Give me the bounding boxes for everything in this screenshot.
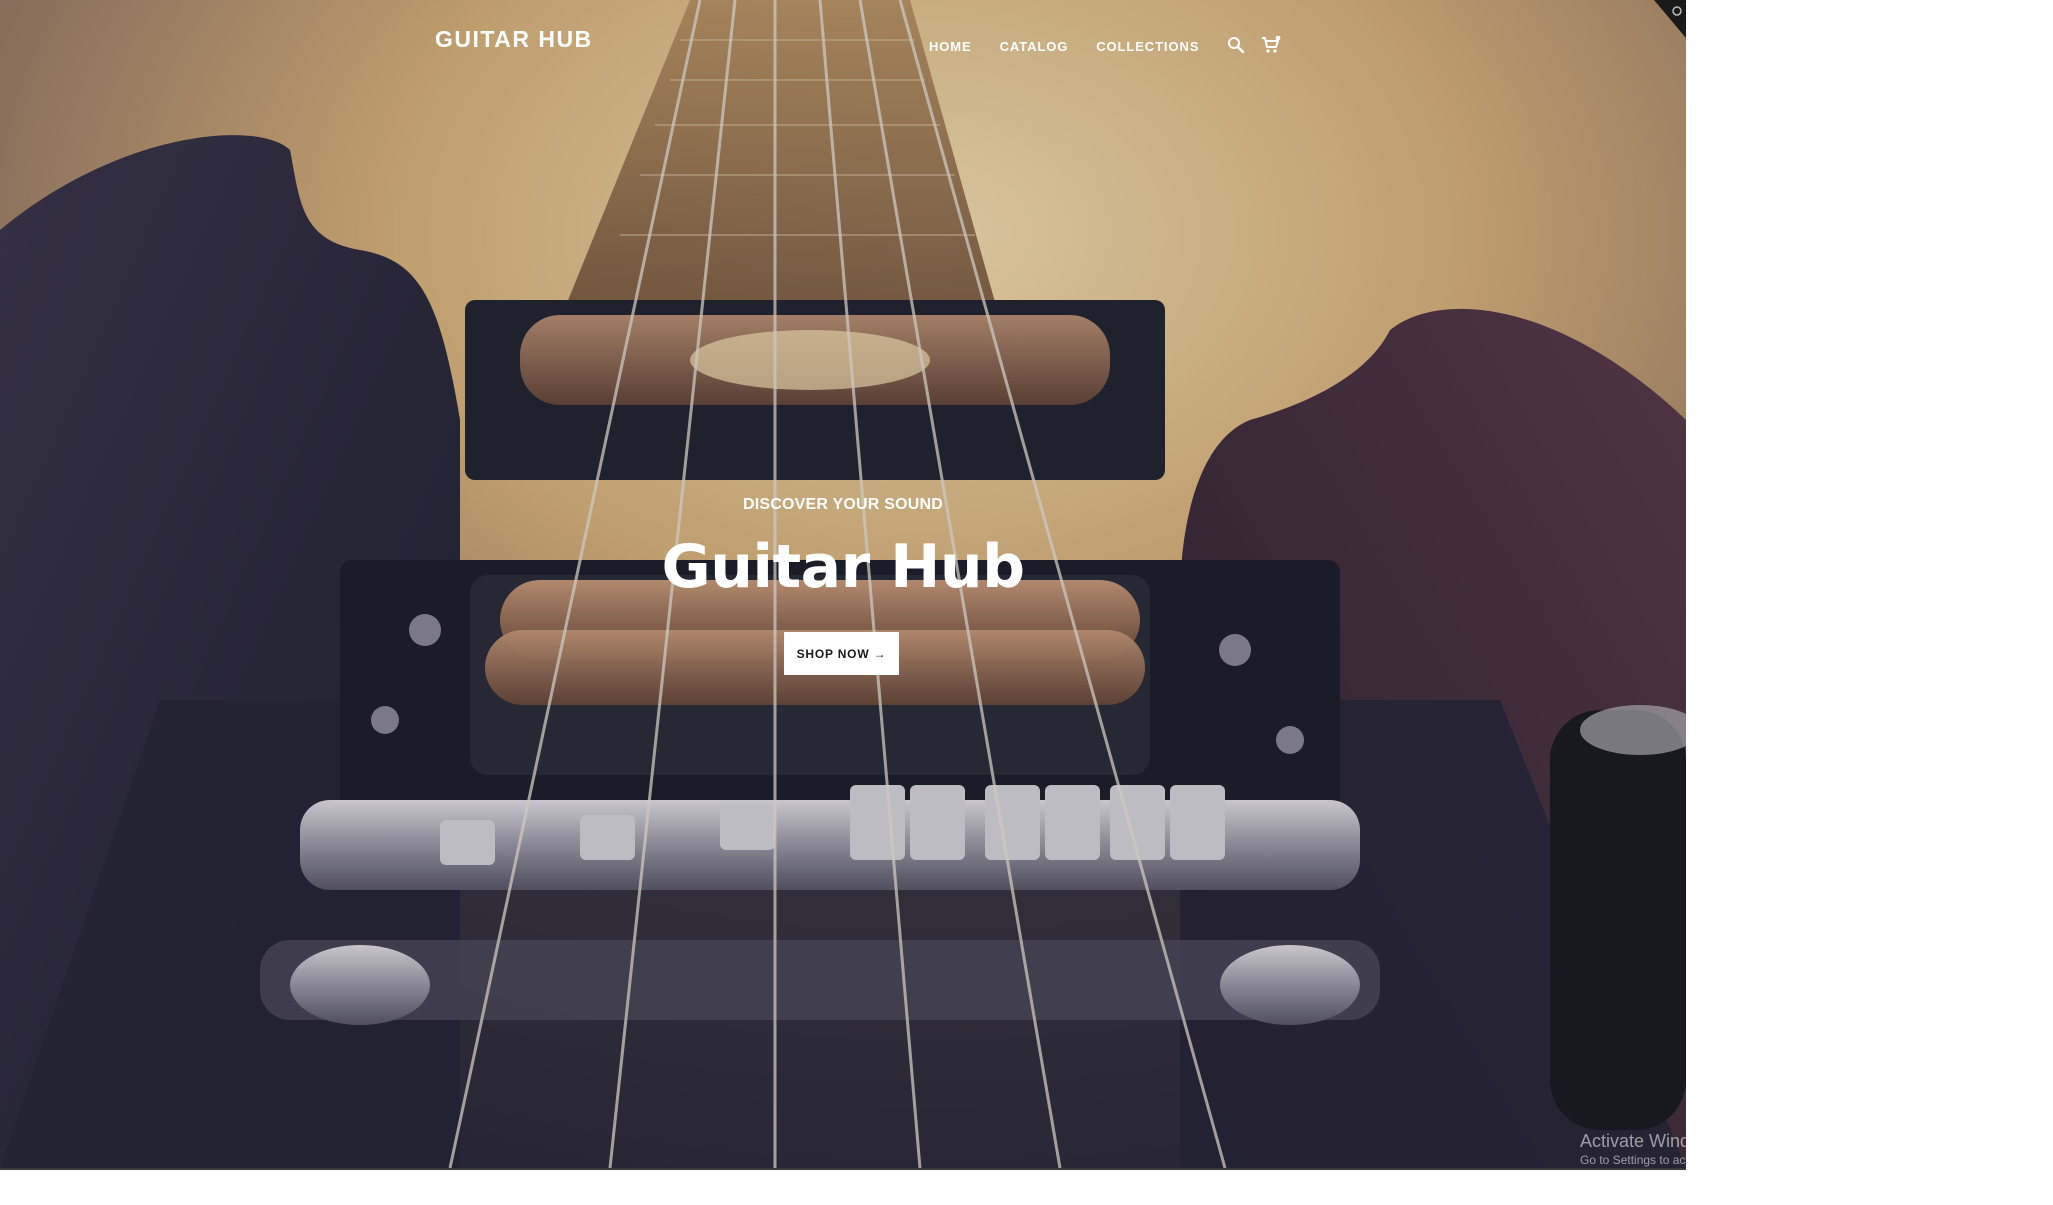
nav-home[interactable]: HOME — [929, 39, 972, 54]
watermark-title: Activate Windows — [1580, 1131, 1686, 1151]
viewport-bottom-border — [0, 1168, 1686, 1170]
site-header: GUITAR HUB HOME CATALOG COLLECTIONS — [0, 0, 1686, 90]
corner-gear-icon[interactable] — [1654, 0, 1686, 38]
hero-kicker: DISCOVER YOUR SOUND — [743, 496, 943, 513]
page-viewport: GUITAR HUB HOME CATALOG COLLECTIONS DISC… — [0, 0, 1686, 1168]
nav-collections[interactable]: COLLECTIONS — [1096, 39, 1199, 54]
hero-title: Guitar Hub — [661, 532, 1025, 602]
main-nav: HOME CATALOG COLLECTIONS — [929, 36, 1295, 56]
watermark-subtitle: Go to Settings to activate Windows. — [1580, 1153, 1686, 1167]
search-icon[interactable] — [1227, 36, 1247, 56]
windows-activation-watermark: Activate Windows Go to Settings to activ… — [1580, 1130, 1686, 1168]
shop-now-button[interactable]: SHOP NOW → — [784, 632, 899, 675]
nav-catalog[interactable]: CATALOG — [1000, 39, 1069, 54]
site-logo[interactable]: GUITAR HUB — [435, 26, 593, 53]
cart-icon[interactable] — [1261, 36, 1281, 56]
